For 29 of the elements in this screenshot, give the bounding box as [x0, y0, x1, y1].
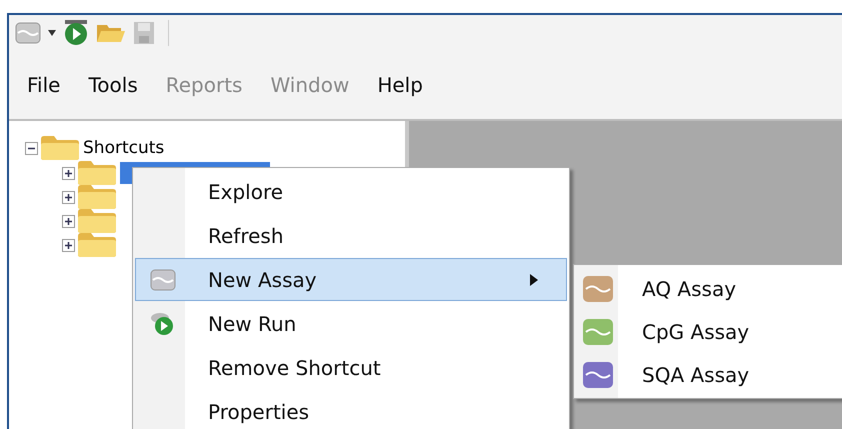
expand-icon[interactable] [62, 190, 75, 204]
menu-item[interactable]: AQ Assay [574, 267, 842, 310]
play-icon[interactable] [63, 20, 89, 46]
menu-item[interactable]: CpG Assay [574, 310, 842, 353]
menu-item[interactable]: New Assay [135, 258, 567, 301]
menu-item[interactable]: Properties [135, 390, 567, 429]
folder-icon [77, 160, 117, 186]
caret-icon[interactable] [48, 30, 56, 36]
expand-icon[interactable] [62, 166, 75, 180]
play-icon [150, 312, 176, 336]
menu-item[interactable]: Refresh [135, 214, 567, 257]
folder-icon [77, 184, 117, 210]
assay-icon[interactable] [15, 21, 41, 45]
tree-item[interactable]: Shortcuts [83, 138, 164, 158]
collapse-icon[interactable] [25, 142, 38, 154]
menu-item[interactable]: Help [377, 73, 423, 97]
expand-icon[interactable] [62, 238, 75, 252]
folder-icon [40, 135, 80, 161]
folder-icon [77, 232, 117, 258]
assay-icon [150, 268, 176, 290]
menu-item[interactable]: Remove Shortcut [135, 346, 567, 389]
expand-icon[interactable] [62, 214, 75, 228]
submenu-arrow-icon [530, 274, 538, 286]
folder-icon [77, 208, 117, 234]
menu-item[interactable]: Explore [135, 170, 567, 213]
menu-item[interactable]: New Run [135, 302, 567, 345]
menu-item[interactable]: SQA Assay [574, 353, 842, 396]
menu-item[interactable]: Tools [88, 73, 138, 97]
menu-item[interactable]: File [27, 73, 60, 97]
